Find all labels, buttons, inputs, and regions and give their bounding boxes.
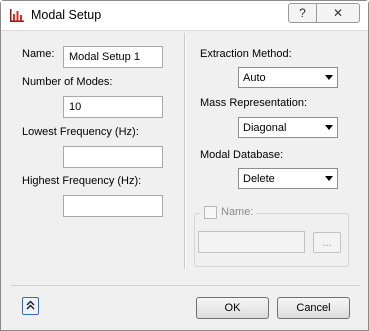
help-icon: ? xyxy=(299,6,306,20)
cancel-button[interactable]: Cancel xyxy=(277,297,350,319)
panel-divider xyxy=(184,33,186,269)
help-button[interactable]: ? xyxy=(288,3,317,23)
modal-setup-dialog: Modal Setup ? ✕ Name: Number of Modes: L… xyxy=(0,0,369,331)
name-group-header: Name: xyxy=(201,205,257,219)
close-button[interactable]: ✕ xyxy=(317,3,360,23)
name-input[interactable] xyxy=(63,46,163,68)
number-of-modes-input[interactable] xyxy=(63,96,163,118)
number-of-modes-label: Number of Modes: xyxy=(22,76,113,88)
mass-representation-select[interactable]: Diagonal xyxy=(238,117,338,138)
name-group-label: Name: xyxy=(221,206,254,218)
modal-database-value: Delete xyxy=(243,172,275,185)
highest-frequency-input[interactable] xyxy=(63,195,163,217)
mass-representation-value: Diagonal xyxy=(243,121,287,134)
extraction-method-value: Auto xyxy=(243,71,266,84)
title-bar: Modal Setup ? ✕ xyxy=(1,1,368,31)
expand-button[interactable] xyxy=(22,297,39,315)
chevron-down-icon xyxy=(321,176,337,181)
footer-separator xyxy=(11,285,360,286)
modal-database-label: Modal Database: xyxy=(200,149,284,161)
close-icon: ✕ xyxy=(332,6,344,20)
window-title: Modal Setup xyxy=(31,8,102,22)
name-checkbox[interactable] xyxy=(204,205,217,219)
extraction-method-label: Extraction Method: xyxy=(200,48,292,60)
bar-chart-app-icon xyxy=(10,9,24,22)
highest-frequency-label: Highest Frequency (Hz): xyxy=(22,175,142,187)
modal-database-select[interactable]: Delete xyxy=(238,168,338,189)
lowest-frequency-label: Lowest Frequency (Hz): xyxy=(22,126,139,138)
name-label: Name: xyxy=(22,48,55,60)
double-chevron-up-icon xyxy=(26,300,35,313)
extraction-method-select[interactable]: Auto xyxy=(238,67,338,88)
ok-button[interactable]: OK xyxy=(196,297,269,319)
chevron-down-icon xyxy=(321,125,337,130)
chevron-down-icon xyxy=(321,75,337,80)
lowest-frequency-input[interactable] xyxy=(63,146,163,168)
browse-button[interactable]: ... xyxy=(313,232,341,253)
database-name-input[interactable] xyxy=(198,231,305,253)
mass-representation-label: Mass Representation: xyxy=(200,97,307,109)
